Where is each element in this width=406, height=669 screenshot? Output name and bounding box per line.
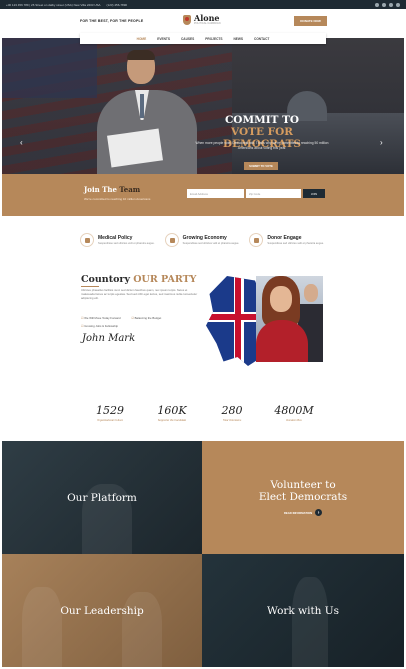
join-title: Join The Team: [84, 185, 140, 194]
stat-item: 280 Total Volunteers: [212, 404, 252, 422]
volunteer-title-line1: Volunteer to: [270, 479, 336, 491]
stat-value: 4800M: [274, 404, 314, 417]
stat-value: 1529: [96, 404, 124, 417]
title-divider: [81, 286, 99, 287]
logo-name: Alone: [194, 13, 220, 23]
about-title-b: OUR PARTY: [133, 274, 197, 285]
hero-title-line1: COMMIT TO: [224, 114, 300, 126]
join-button[interactable]: JOIN: [303, 189, 325, 198]
facebook-icon[interactable]: [375, 2, 379, 7]
donor-icon: [249, 233, 264, 247]
stat-label: Supporter the Candidate: [157, 419, 187, 422]
about-text: Ultricies phasellus facilisis nunc sed d…: [81, 288, 198, 300]
candidates-photo: [256, 276, 323, 362]
stat-value: 280: [221, 404, 243, 417]
header-slogan: FOR THE BEST, FOR THE PEOPLE: [80, 19, 144, 23]
about-title-a: Countory: [81, 274, 130, 285]
hero-slider: ‹ › COMMIT TO VOTE FOR DEMOCRATS When mo…: [2, 38, 404, 174]
nav-events[interactable]: EVENTS: [157, 37, 170, 41]
hero-text: When more people vote, Democrats win. Th…: [195, 141, 329, 150]
hero-vote-button[interactable]: SUBMIT TO VOTE: [244, 162, 278, 170]
site-logo[interactable]: Alone POLITICAL CAMPAIGN: [183, 14, 221, 25]
feature-title: Medical Policy: [98, 235, 133, 241]
feature-economy: Growing Economy Suspendisse sed ultricies…: [164, 233, 242, 257]
hero-candidate-image: [97, 50, 202, 174]
logo-tagline: POLITICAL CAMPAIGN: [194, 22, 221, 25]
work-tile[interactable]: Work with Us: [202, 554, 404, 667]
pinterest-icon[interactable]: [396, 2, 400, 7]
instagram-icon[interactable]: [389, 2, 393, 7]
stat-label: Donation Box: [286, 419, 302, 422]
growth-icon: [164, 233, 179, 247]
nav-news[interactable]: NEWS: [233, 37, 243, 41]
read-information-link[interactable]: READ INFORMATION ›: [283, 509, 323, 516]
phone-number: (123) 456-7890: [106, 2, 128, 7]
feature-title: Donor Engage: [267, 235, 302, 241]
stat-item: 1529 Organizational Culture: [88, 404, 132, 422]
page: +00 123 456 789 | 26 Street on dalby str…: [0, 0, 406, 669]
about-point: Growing Jobs & Fellowship: [81, 322, 118, 330]
feature-donor: Donor Engage Suspendisse sed ultricies ve…: [249, 233, 326, 257]
feature-text: Suspendisse sed ultricies velit et phare…: [267, 242, 324, 245]
signature: John Mark: [82, 333, 136, 344]
stat-label: Total Volunteers: [222, 419, 242, 422]
slider-prev-icon[interactable]: ‹: [20, 138, 23, 147]
feature-text: Suspendisse sed ultricies velit et phare…: [182, 242, 240, 245]
arrow-right-icon: ›: [315, 509, 323, 516]
stat-item: 160K Supporter the Candidate: [146, 404, 198, 422]
promo-grid: Our Platform Volunteer to Elect Democrat…: [2, 441, 404, 667]
donate-button[interactable]: DONATE NOW: [294, 16, 327, 26]
stats-row: 1529 Organizational Culture 160K Supporter…: [80, 404, 326, 428]
heart-icon: [80, 233, 94, 247]
stat-value: 160K: [157, 404, 187, 417]
volunteer-tile[interactable]: Volunteer to Elect Democrats READ INFORM…: [202, 441, 404, 554]
logo-icon: [183, 14, 191, 25]
leadership-tile[interactable]: Our Leadership: [2, 554, 202, 667]
zip-input[interactable]: Zip Code: [246, 189, 301, 198]
features-row: Medical Policy Suspendisse sed ultricies …: [80, 233, 326, 257]
top-bar: +00 123 456 789 | 26 Street on dalby str…: [0, 0, 406, 9]
join-title-a: Join The: [84, 185, 117, 194]
social-links: [375, 2, 400, 7]
stat-label: Organizational Culture: [97, 419, 123, 422]
platform-tile[interactable]: Our Platform: [2, 441, 202, 554]
feature-text: Suspendisse sed ultricies velit et phare…: [98, 242, 155, 245]
main-nav: HOME EVENTS CAUSES PROJECTS NEWS CONTACT: [80, 33, 326, 44]
feature-medical: Medical Policy Suspendisse sed ultricies …: [80, 233, 157, 257]
nav-causes[interactable]: CAUSES: [181, 37, 194, 41]
about-point: We Will Move Today Forward: [81, 314, 120, 322]
about-title: Countory OUR PARTY: [81, 274, 196, 285]
stat-item: 4800M Donation Box: [266, 404, 322, 422]
feature-title: Growing Economy: [182, 235, 227, 241]
join-title-b: Team: [119, 185, 141, 194]
email-input[interactable]: Email Address: [187, 189, 244, 198]
nav-projects[interactable]: PROJECTS: [205, 37, 222, 41]
slider-next-icon[interactable]: ›: [380, 138, 383, 147]
party-image: [206, 266, 326, 366]
volunteer-title-line2: Elect Democrats: [258, 491, 348, 503]
twitter-icon[interactable]: [382, 2, 386, 7]
nav-home[interactable]: HOME: [137, 37, 147, 41]
join-team-bar: Join The Team We're committed to reachin…: [2, 174, 404, 216]
flag-stars: [2, 38, 97, 98]
about-point: Balancing the Budget: [131, 314, 162, 322]
read-information-label: READ INFORMATION: [283, 510, 313, 515]
join-subtitle: We're committed to reaching 10 million A…: [84, 197, 151, 201]
about-points: We Will Move Today Forward Balancing the…: [81, 314, 199, 330]
contact-info: +00 123 456 789 | 26 Street on dalby str…: [6, 2, 101, 7]
nav-contact[interactable]: CONTACT: [254, 37, 269, 41]
